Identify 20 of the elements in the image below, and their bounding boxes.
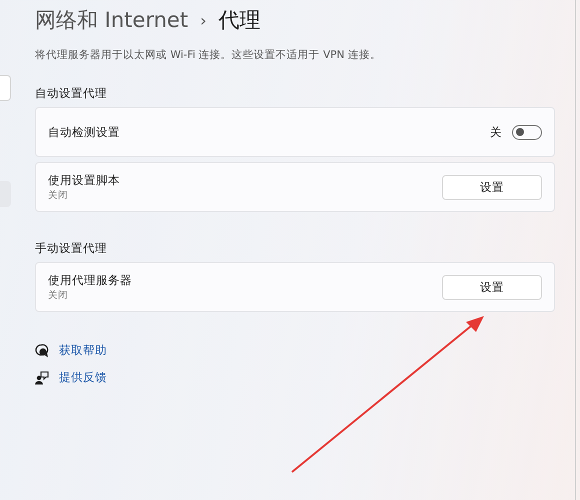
toggle-switch[interactable] — [512, 124, 542, 140]
settings-button[interactable]: 设置 — [442, 274, 542, 300]
setting-status: 关闭 — [48, 288, 69, 302]
page-description: 将代理服务器用于以太网或 Wi-Fi 连接。这些设置不适用于 VPN 连接。 — [35, 48, 382, 62]
help-link[interactable]: 提供反馈 — [59, 370, 107, 385]
toggle-state-label: 关 — [490, 124, 502, 140]
section-heading: 手动设置代理 — [35, 241, 108, 256]
sidebar-button[interactable] — [0, 75, 11, 101]
help-link[interactable]: 获取帮助 — [59, 343, 107, 358]
settings-button[interactable]: 设置 — [442, 174, 542, 200]
page-title: 代理 — [218, 7, 260, 34]
setting-title: 自动检测设置 — [48, 124, 121, 140]
setting-title: 使用设置脚本 — [48, 172, 121, 188]
breadcrumb-separator: › — [200, 10, 206, 30]
setting-title: 使用代理服务器 — [48, 272, 133, 288]
setting-status: 关闭 — [48, 188, 69, 202]
breadcrumb-link[interactable]: 网络和 Internet — [35, 6, 188, 34]
feedback-icon — [35, 370, 49, 384]
help-icon — [35, 344, 49, 358]
section-heading: 自动设置代理 — [35, 86, 108, 101]
